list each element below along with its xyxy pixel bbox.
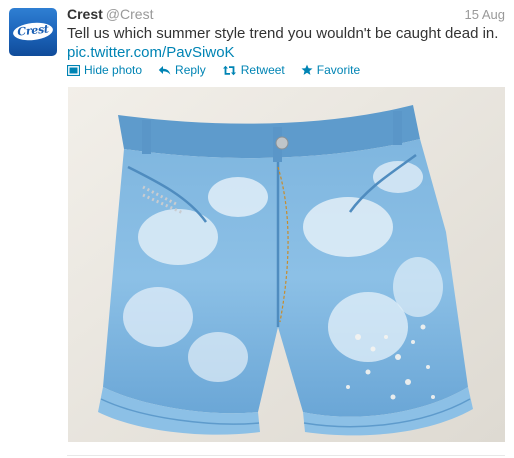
favorite-label: Favorite xyxy=(316,63,361,77)
hide-photo-label: Hide photo xyxy=(84,63,143,77)
tweet-body: Tell us which summer style trend you wou… xyxy=(67,25,499,42)
hide-photo-button[interactable]: Hide photo xyxy=(67,62,142,78)
retweet-label: Retweet xyxy=(240,63,285,77)
retweet-button[interactable]: Retweet xyxy=(222,62,285,78)
author-handle[interactable]: @Crest xyxy=(106,6,154,22)
tweet-actions: Hide photo Reply Retweet Favorite xyxy=(67,62,360,78)
reply-icon xyxy=(158,65,171,76)
tweet-photo[interactable] xyxy=(68,87,505,442)
reply-label: Reply xyxy=(175,63,206,77)
avatar[interactable]: Crest xyxy=(9,8,57,56)
retweet-icon xyxy=(222,65,237,76)
photo-link[interactable]: pic.twitter.com/PavSiwoK xyxy=(67,43,507,62)
tweet-text: Tell us which summer style trend you wou… xyxy=(67,24,507,62)
author-name[interactable]: Crest xyxy=(67,6,103,22)
tweet-divider xyxy=(67,455,505,456)
crest-logo: Crest xyxy=(16,22,50,39)
reply-button[interactable]: Reply xyxy=(158,62,206,78)
photo-icon xyxy=(67,64,80,76)
tweet-header: Crest @Crest xyxy=(67,5,153,23)
favorite-button[interactable]: Favorite xyxy=(301,62,360,78)
tweet-timestamp[interactable]: 15 Aug xyxy=(465,6,506,24)
favorite-icon xyxy=(301,64,313,76)
